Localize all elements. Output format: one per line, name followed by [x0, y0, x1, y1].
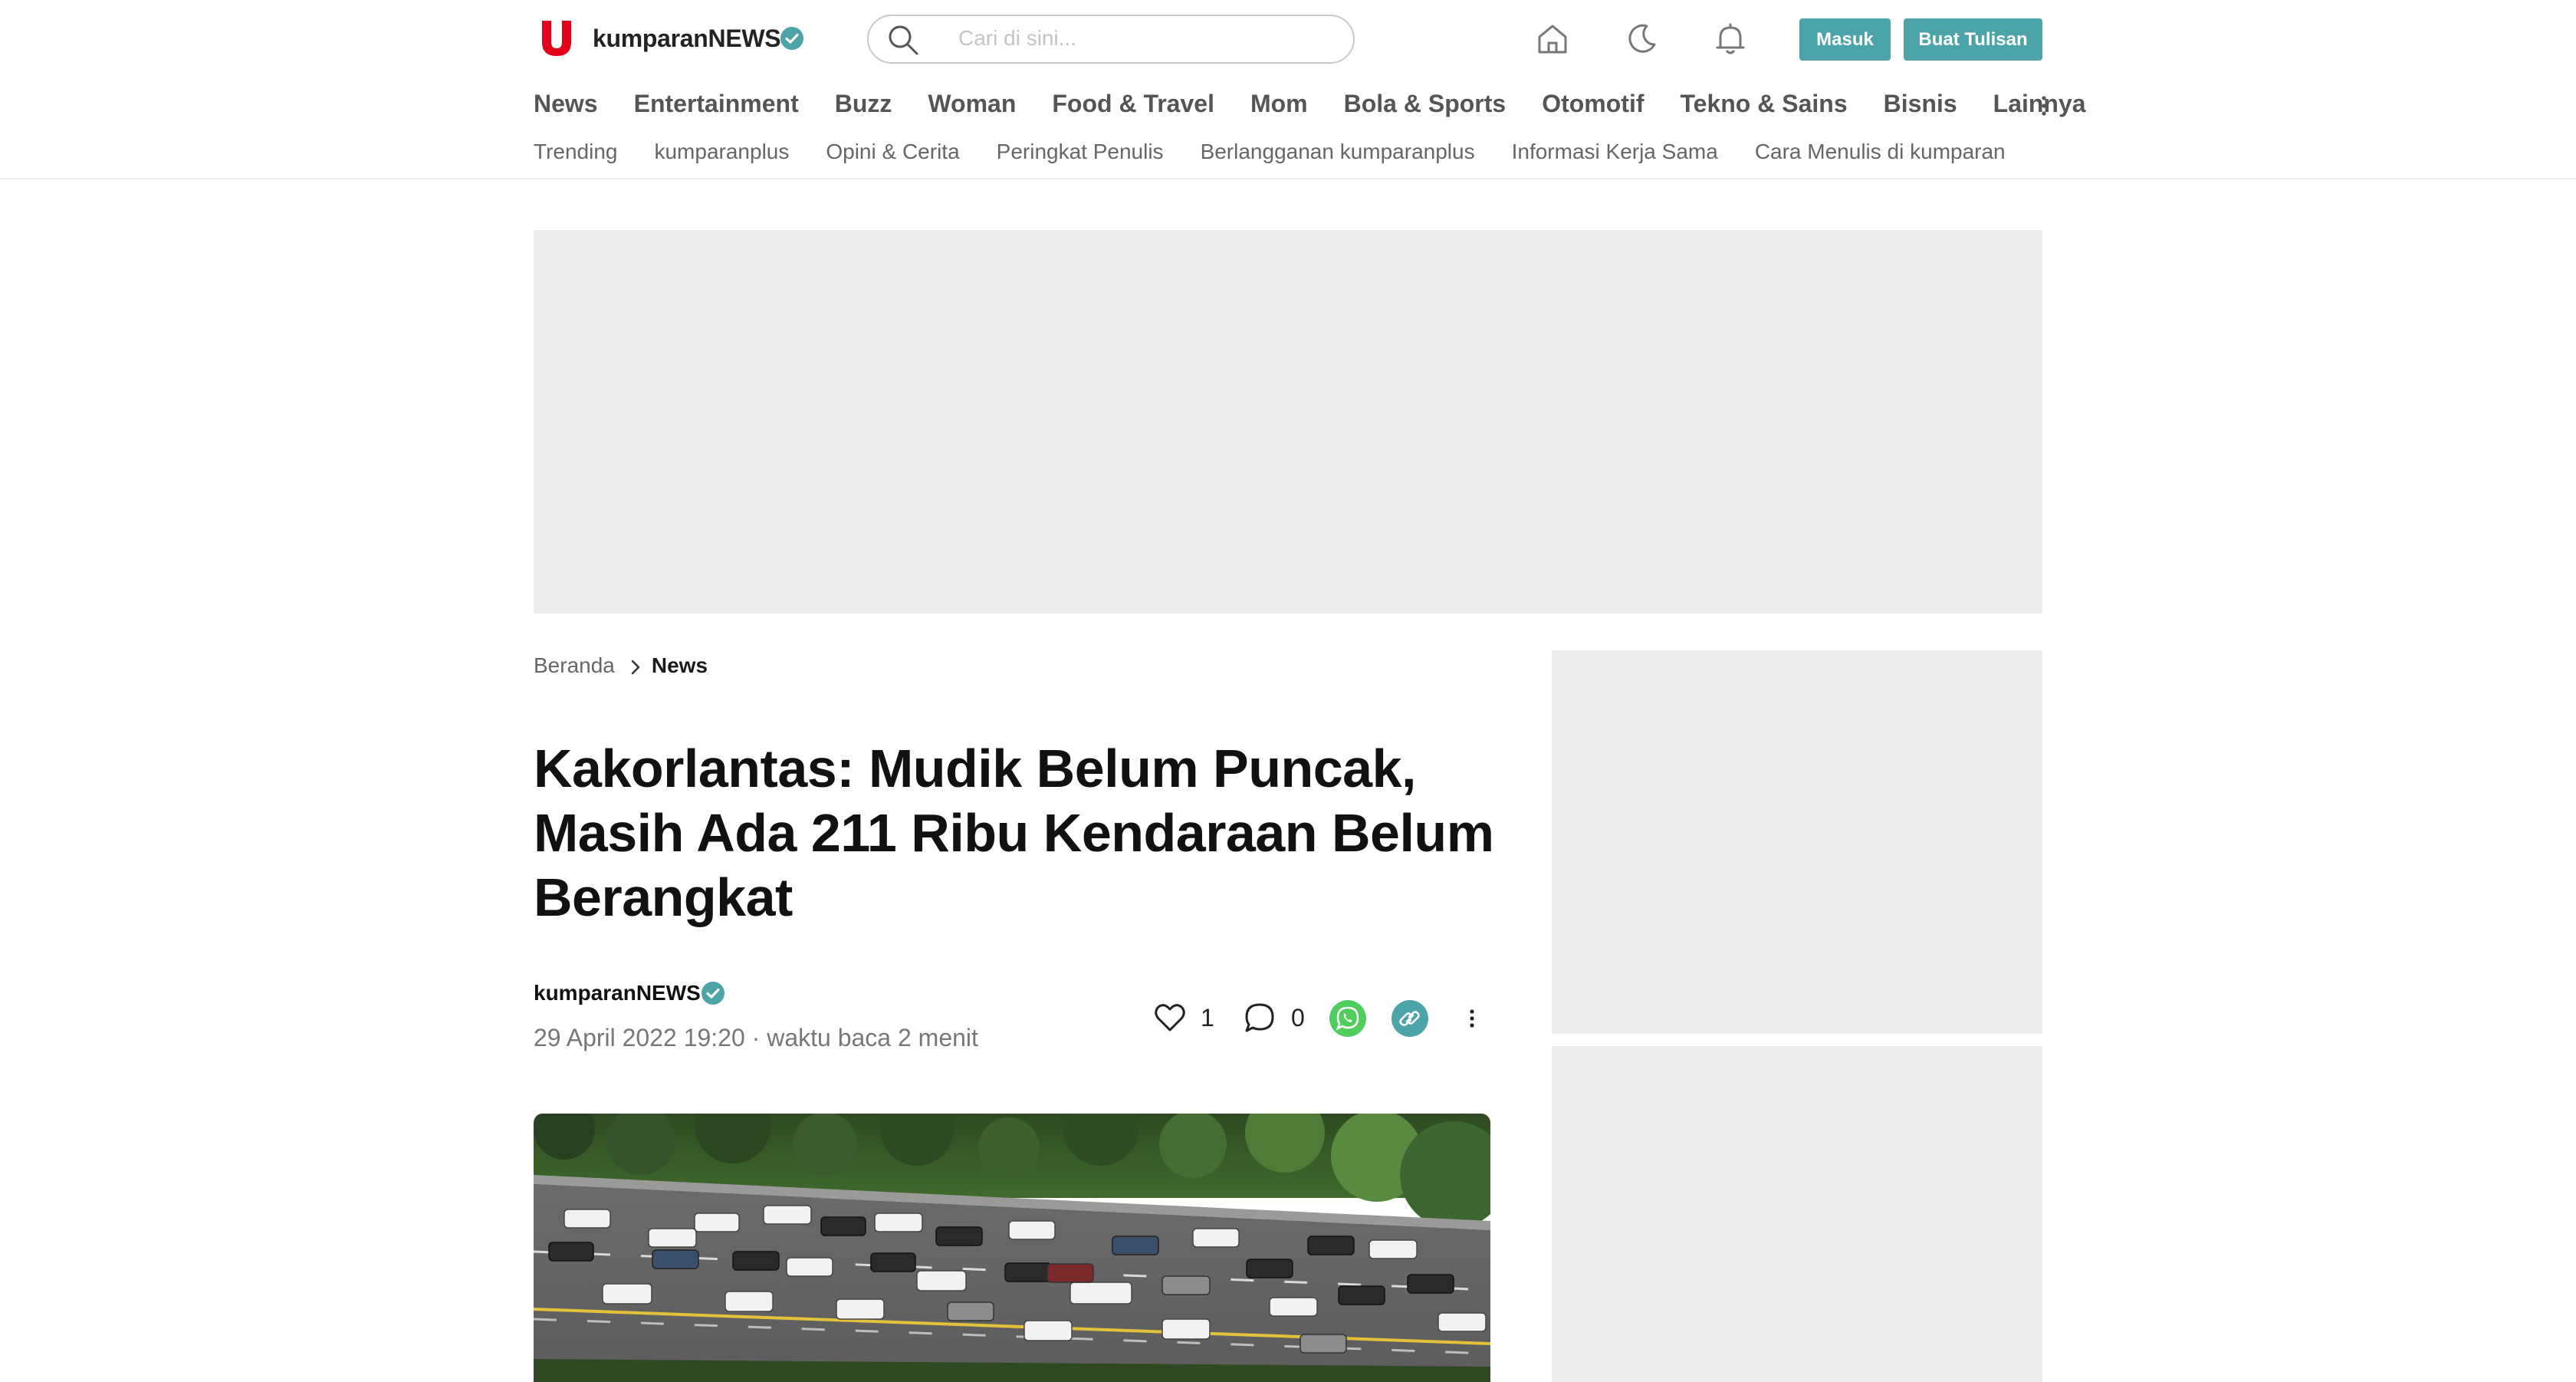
nav-item-bisnis[interactable]: Bisnis: [1884, 84, 1957, 123]
search-input[interactable]: [958, 17, 1326, 60]
article-hero-image: [534, 1114, 1490, 1382]
sub-nav-kumparanplus[interactable]: kumparanplus: [654, 137, 789, 167]
bell-icon[interactable]: [1713, 21, 1748, 57]
verified-badge-icon: [780, 27, 803, 50]
search-icon[interactable]: [886, 23, 920, 57]
author-name[interactable]: kumparanNEWS: [534, 979, 701, 1007]
login-button[interactable]: Masuk: [1799, 18, 1891, 61]
top-ad-placeholder: [534, 230, 2042, 614]
whatsapp-share-icon[interactable]: [1329, 999, 1367, 1038]
breadcrumb-home[interactable]: Beranda: [534, 653, 615, 678]
nav-item-food-travel[interactable]: Food & Travel: [1052, 84, 1214, 123]
comment-count: 0: [1291, 1004, 1305, 1032]
article-title: Kakorlantas: Mudik Belum Puncak, Masih A…: [534, 739, 1494, 927]
nav-item-woman[interactable]: Woman: [928, 84, 1016, 123]
verified-badge-icon: [702, 982, 724, 1005]
copy-link-icon[interactable]: [1391, 999, 1429, 1038]
breadcrumb: Beranda News: [534, 650, 708, 681]
nav-item-otomotif[interactable]: Otomotif: [1542, 84, 1644, 123]
sub-nav-informasi-kerja-sama[interactable]: Informasi Kerja Sama: [1512, 137, 1718, 167]
sub-nav: Trending kumparanplus Opini & Cerita Per…: [534, 137, 2042, 167]
nav-item-bola-sports[interactable]: Bola & Sports: [1344, 84, 1506, 123]
nav-item-entertainment[interactable]: Entertainment: [634, 84, 799, 123]
highway-aerial-photo: [534, 1114, 1490, 1382]
more-menu-icon[interactable]: [2035, 90, 2053, 121]
breadcrumb-current[interactable]: News: [652, 653, 708, 678]
sub-nav-trending[interactable]: Trending: [534, 137, 617, 167]
more-options-icon[interactable]: [1464, 1003, 1480, 1034]
comment-icon[interactable]: [1242, 1000, 1277, 1035]
write-article-button[interactable]: Buat Tulisan: [1904, 18, 2042, 61]
like-count: 1: [1201, 1004, 1214, 1032]
sidebar-ad-placeholder: [1552, 650, 2042, 1034]
moon-icon[interactable]: [1624, 21, 1659, 57]
sub-nav-peringkat-penulis[interactable]: Peringkat Penulis: [997, 137, 1164, 167]
nav-item-mom[interactable]: Mom: [1250, 84, 1308, 123]
nav-item-buzz[interactable]: Buzz: [835, 84, 892, 123]
sidebar-ad-placeholder-2: [1552, 1046, 2042, 1382]
kumparan-logo-icon[interactable]: [539, 19, 574, 58]
channel-name[interactable]: kumparanNEWS: [593, 23, 781, 54]
sub-nav-berlangganan[interactable]: Berlangganan kumparanplus: [1201, 137, 1475, 167]
sub-nav-cara-menulis[interactable]: Cara Menulis di kumparan: [1755, 137, 2006, 167]
nav-item-news[interactable]: News: [534, 84, 598, 123]
heart-icon[interactable]: [1152, 1000, 1188, 1035]
sub-nav-opini-cerita[interactable]: Opini & Cerita: [826, 137, 959, 167]
article-meta: 29 April 2022 19:20 · waktu baca 2 menit: [534, 1024, 978, 1051]
chevron-right-icon: [631, 660, 640, 675]
home-icon[interactable]: [1535, 21, 1570, 57]
nav-item-tekno-sains[interactable]: Tekno & Sains: [1680, 84, 1847, 123]
main-nav: News Entertainment Buzz Woman Food & Tra…: [534, 84, 2122, 123]
site-header: kumparanNEWS Masuk Buat Tulisan News Ent…: [0, 0, 2576, 179]
